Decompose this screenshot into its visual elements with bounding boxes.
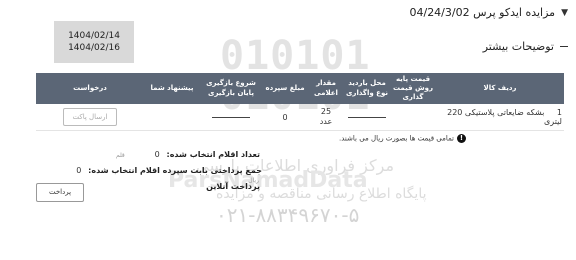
quantity-cell: 25 عدد	[308, 104, 344, 131]
table-row: 1 بشکه ضایعاتی پلاستیکی 220 لیتری 25 عدد…	[36, 104, 564, 131]
col-base-price: قیمت پایه روش قیمت گذاری	[390, 73, 436, 104]
auction-dates: 1404/02/14 1404/02/16	[54, 21, 134, 63]
auction-title-row: ▼ مزایده ایدکو پرس 04/24/3/02	[409, 6, 568, 19]
col-dates: شروع بازگیری پایان بازگیری	[200, 73, 262, 104]
quantity-unit: عدد	[319, 117, 333, 126]
total-payment-label: جمع پرداختی بابت سپرده اقلام انتخاب شده:	[88, 166, 262, 175]
info-icon: !	[457, 134, 466, 143]
table-header-row: ردیف کالا قیمت پایه روش قیمت گذاری محل ب…	[36, 73, 564, 104]
location-line	[348, 116, 386, 118]
dates-line	[212, 116, 250, 118]
offer-cell[interactable]	[144, 104, 200, 131]
auction-title: مزایده ایدکو پرس 04/24/3/02	[409, 6, 556, 19]
more-details-label: توضیحات بیشتر	[482, 40, 554, 53]
online-payment-label: پرداخت آنلاین	[206, 182, 260, 191]
quantity-value: 25	[320, 107, 332, 117]
selected-count-unit: قلم	[115, 152, 125, 159]
selected-count-row: تعداد اقلام انتخاب شده: 0 قلم	[60, 150, 260, 159]
online-payment-row: پرداخت آنلاین	[60, 182, 260, 191]
col-quantity: مقدار اعلامی	[308, 73, 344, 104]
items-table: ردیف کالا قیمت پایه روش قیمت گذاری محل ب…	[36, 73, 564, 131]
col-item: ردیف کالا	[436, 73, 564, 104]
col-location: محل بارديد نوع واگذاری	[344, 73, 390, 104]
chevron-down-icon[interactable]: ▼	[561, 8, 568, 18]
item-cell: 1 بشکه ضایعاتی پلاستیکی 220 لیتری	[436, 104, 564, 131]
currency-note: !تمامی قیمت ها بصورت ریال می باشند.	[0, 134, 576, 143]
col-request: درخواست	[36, 73, 144, 104]
dates-cell	[200, 104, 262, 131]
currency-note-text: تمامی قیمت ها بصورت ریال می باشند.	[339, 134, 454, 143]
col-offer: پیشنهاد شما	[144, 73, 200, 104]
location-cell	[344, 104, 390, 131]
row-index: 1	[556, 108, 562, 117]
selected-count-value: 0	[154, 150, 160, 159]
base-price-cell	[390, 104, 436, 131]
end-date: 1404/02/16	[68, 43, 120, 53]
collapse-dash-icon	[560, 46, 568, 47]
start-date: 1404/02/14	[68, 31, 120, 41]
deposit-cell: 0	[262, 104, 308, 131]
selected-count-label: تعداد اقلام انتخاب شده:	[166, 150, 261, 159]
total-payment-value: 0	[76, 166, 82, 175]
send-envelope-button[interactable]: ارسال پاکت	[63, 108, 117, 126]
item-name: بشکه ضایعاتی پلاستیکی 220 لیتری	[447, 108, 562, 126]
pay-button[interactable]: پرداخت	[36, 183, 84, 202]
request-cell: ارسال پاکت	[36, 104, 144, 131]
more-details-toggle[interactable]: توضیحات بیشتر	[483, 40, 568, 53]
watermark-phone: ۰۲۱-۸۸۳۴۹۶۷۰-۵	[216, 203, 360, 227]
col-deposit: مبلغ سپرده	[262, 73, 308, 104]
